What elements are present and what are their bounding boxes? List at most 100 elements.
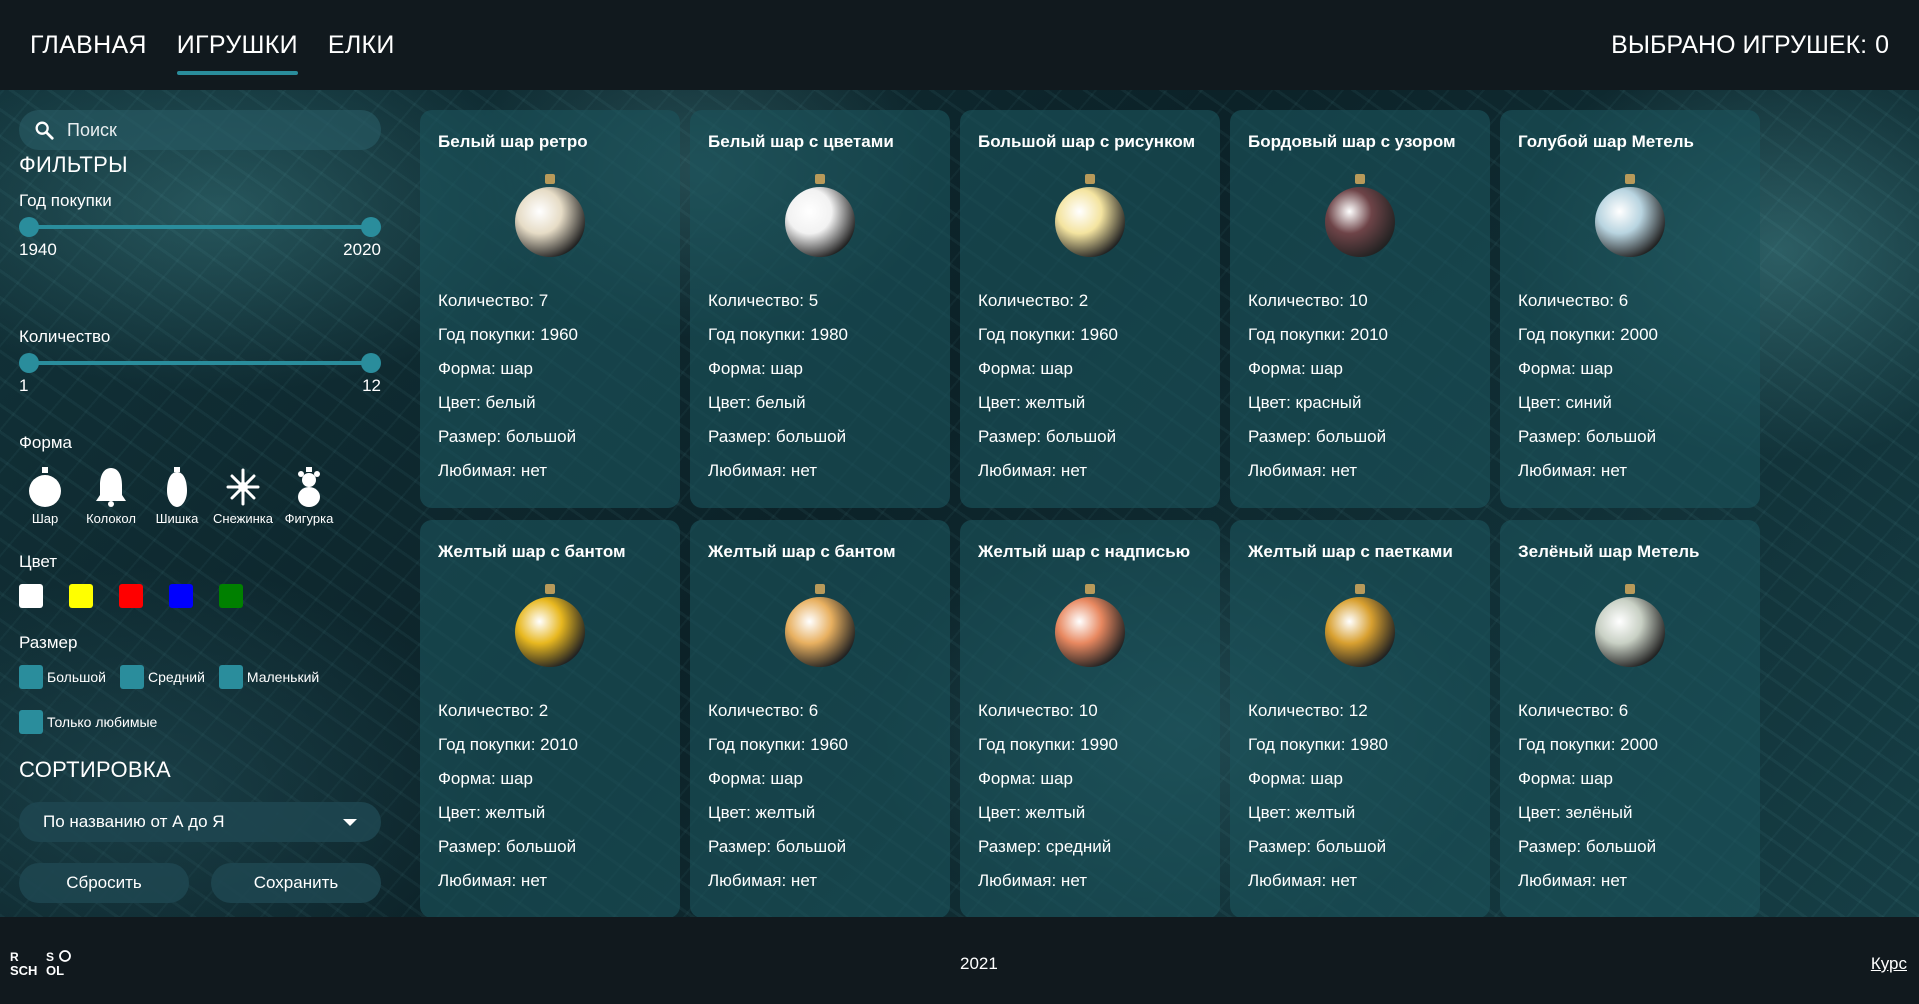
- toy-card-favorite: Любимая: нет: [978, 871, 1087, 890]
- size-filter: Большой Средний Маленький: [19, 665, 319, 689]
- nav-toys[interactable]: ИГРУШКИ: [176, 0, 298, 90]
- toy-card-title: Желтый шар с бантом: [438, 542, 626, 561]
- shape-option-bell[interactable]: Колокол: [85, 465, 137, 526]
- sort-select[interactable]: По названию от А до Я: [19, 802, 381, 842]
- count-slider-track: [29, 361, 371, 365]
- filters-heading: ФИЛЬТРЫ: [19, 152, 128, 177]
- toy-ornament-image: [515, 584, 585, 667]
- nav-home[interactable]: ГЛАВНАЯ: [30, 0, 147, 90]
- year-range-slider[interactable]: [19, 216, 381, 238]
- toy-ornament-image: [1055, 174, 1125, 257]
- checkbox-label: Только любимые: [47, 714, 158, 730]
- toy-card-year: Год покупки: 1980: [1248, 735, 1388, 754]
- chevron-down-icon: [343, 818, 357, 826]
- shape-filter: Шар Колокол Шишка Снежинка Фигурка: [19, 465, 335, 526]
- color-option-blue[interactable]: [169, 584, 193, 608]
- cone-icon: [167, 467, 187, 507]
- toy-card-shape: Форма: шар: [438, 359, 533, 378]
- toy-card-year: Год покупки: 2010: [438, 735, 578, 754]
- shape-option-label: Снежинка: [213, 511, 273, 526]
- toy-card-title: Желтый шар с паетками: [1248, 542, 1453, 561]
- sort-selected-value: По названию от А до Я: [43, 812, 225, 831]
- toy-card[interactable]: Большой шар с рисунком Количество: 2 Год п…: [960, 110, 1220, 508]
- toy-ornament-image: [515, 174, 585, 257]
- toy-card[interactable]: Голубой шар Метель Количество: 6 Год покуп…: [1500, 110, 1760, 508]
- toy-card-shape: Форма: шар: [708, 769, 803, 788]
- toy-card[interactable]: Белый шар ретро Количество: 7 Год покупки:…: [420, 110, 680, 508]
- toy-card-color: Цвет: белый: [708, 393, 806, 412]
- toy-card-year: Год покупки: 2000: [1518, 325, 1658, 344]
- page-footer: R S SCH OL 2021 Курс: [0, 917, 1919, 1004]
- filter-sidebar: ФИЛЬТРЫ Год покупки 1940 2020 Количество…: [19, 90, 381, 917]
- color-option-red[interactable]: [119, 584, 143, 608]
- shape-option-figure[interactable]: Фигурка: [283, 465, 335, 526]
- toy-card-size: Размер: большой: [438, 427, 577, 446]
- search-box: [19, 110, 381, 150]
- toy-card-title: Белый шар ретро: [438, 132, 588, 151]
- size-checkbox-medium[interactable]: Средний: [119, 665, 205, 689]
- count-range-values: 1 12: [19, 376, 381, 396]
- toy-card-shape: Форма: шар: [978, 769, 1073, 788]
- shape-option-cone[interactable]: Шишка: [151, 465, 203, 526]
- figure-icon: [298, 467, 320, 507]
- year-slider-max-handle[interactable]: [361, 217, 381, 237]
- nav-trees[interactable]: ЕЛКИ: [328, 0, 395, 90]
- course-link[interactable]: Курс: [1871, 954, 1907, 974]
- count-slider-min-handle[interactable]: [19, 353, 39, 373]
- toy-card[interactable]: Желтый шар с надписью Количество: 10 Год п…: [960, 520, 1220, 917]
- toy-card-year: Год покупки: 1960: [438, 325, 578, 344]
- shape-option-snowflake[interactable]: Снежинка: [213, 465, 273, 526]
- size-checkbox-large[interactable]: Большой: [19, 665, 106, 689]
- toy-card-shape: Форма: шар: [1248, 359, 1343, 378]
- checkbox-box: [19, 665, 43, 689]
- toy-card-size: Размер: средний: [978, 837, 1112, 856]
- toy-ornament-image: [1595, 584, 1665, 667]
- shape-option-label: Колокол: [86, 511, 136, 526]
- toy-card-title: Белый шар с цветами: [708, 132, 894, 151]
- reset-button[interactable]: Сбросить: [19, 863, 189, 903]
- year-filter-label: Год покупки: [19, 191, 112, 210]
- toy-card-color: Цвет: синий: [1518, 393, 1612, 412]
- toy-card-favorite: Любимая: нет: [438, 461, 547, 480]
- toy-card-color: Цвет: желтый: [708, 803, 816, 822]
- toy-card-title: Желтый шар с бантом: [708, 542, 896, 561]
- color-filter-label: Цвет: [19, 552, 58, 571]
- color-option-white[interactable]: [19, 584, 43, 608]
- year-slider-track: [29, 225, 371, 229]
- toy-card-color: Цвет: желтый: [1248, 803, 1356, 822]
- count-range-slider[interactable]: [19, 352, 381, 374]
- count-filter-label: Количество: [19, 327, 111, 346]
- toy-ornament-image: [1055, 584, 1125, 667]
- year-slider-min-handle[interactable]: [19, 217, 39, 237]
- toy-card[interactable]: Желтый шар с бантом Количество: 6 Год поку…: [690, 520, 950, 917]
- sort-heading: СОРТИРОВКА: [19, 757, 171, 782]
- checkbox-box: [19, 710, 43, 734]
- checkbox-label: Маленький: [246, 669, 320, 685]
- toy-card-count: Количество: 6: [1518, 701, 1629, 720]
- toy-card-count: Количество: 6: [708, 701, 819, 720]
- color-option-yellow[interactable]: [69, 584, 93, 608]
- size-checkbox-small[interactable]: Маленький: [218, 665, 320, 689]
- shape-option-label: Шар: [31, 511, 59, 526]
- color-option-green[interactable]: [219, 584, 243, 608]
- toy-card[interactable]: Бордовый шар с узором Количество: 10 Год п…: [1230, 110, 1490, 508]
- toy-card-shape: Форма: шар: [438, 769, 533, 788]
- checkbox-box: [119, 665, 144, 689]
- toy-card[interactable]: Желтый шар с паетками Количество: 12 Год п…: [1230, 520, 1490, 917]
- shape-option-label: Фигурка: [284, 511, 334, 526]
- toy-card-size: Размер: большой: [1518, 427, 1657, 446]
- toy-card-favorite: Любимая: нет: [1518, 871, 1627, 890]
- ball-icon: [29, 467, 61, 507]
- favorites-only-checkbox[interactable]: Только любимые: [19, 710, 157, 734]
- toy-card[interactable]: Желтый шар с бантом Количество: 2 Год поку…: [420, 520, 680, 917]
- shape-option-ball[interactable]: Шар: [19, 465, 71, 526]
- shape-filter-label: Форма: [19, 433, 72, 452]
- search-input[interactable]: [67, 119, 357, 141]
- save-button[interactable]: Сохранить: [211, 863, 381, 903]
- toy-card[interactable]: Зелёный шар Метель Количество: 6 Год покуп…: [1500, 520, 1760, 917]
- toy-card-favorite: Любимая: нет: [1518, 461, 1627, 480]
- toy-card-favorite: Любимая: нет: [438, 871, 547, 890]
- toy-card[interactable]: Белый шар с цветами Количество: 5 Год поку…: [690, 110, 950, 508]
- count-slider-max-handle[interactable]: [361, 353, 381, 373]
- bell-icon: [96, 468, 126, 507]
